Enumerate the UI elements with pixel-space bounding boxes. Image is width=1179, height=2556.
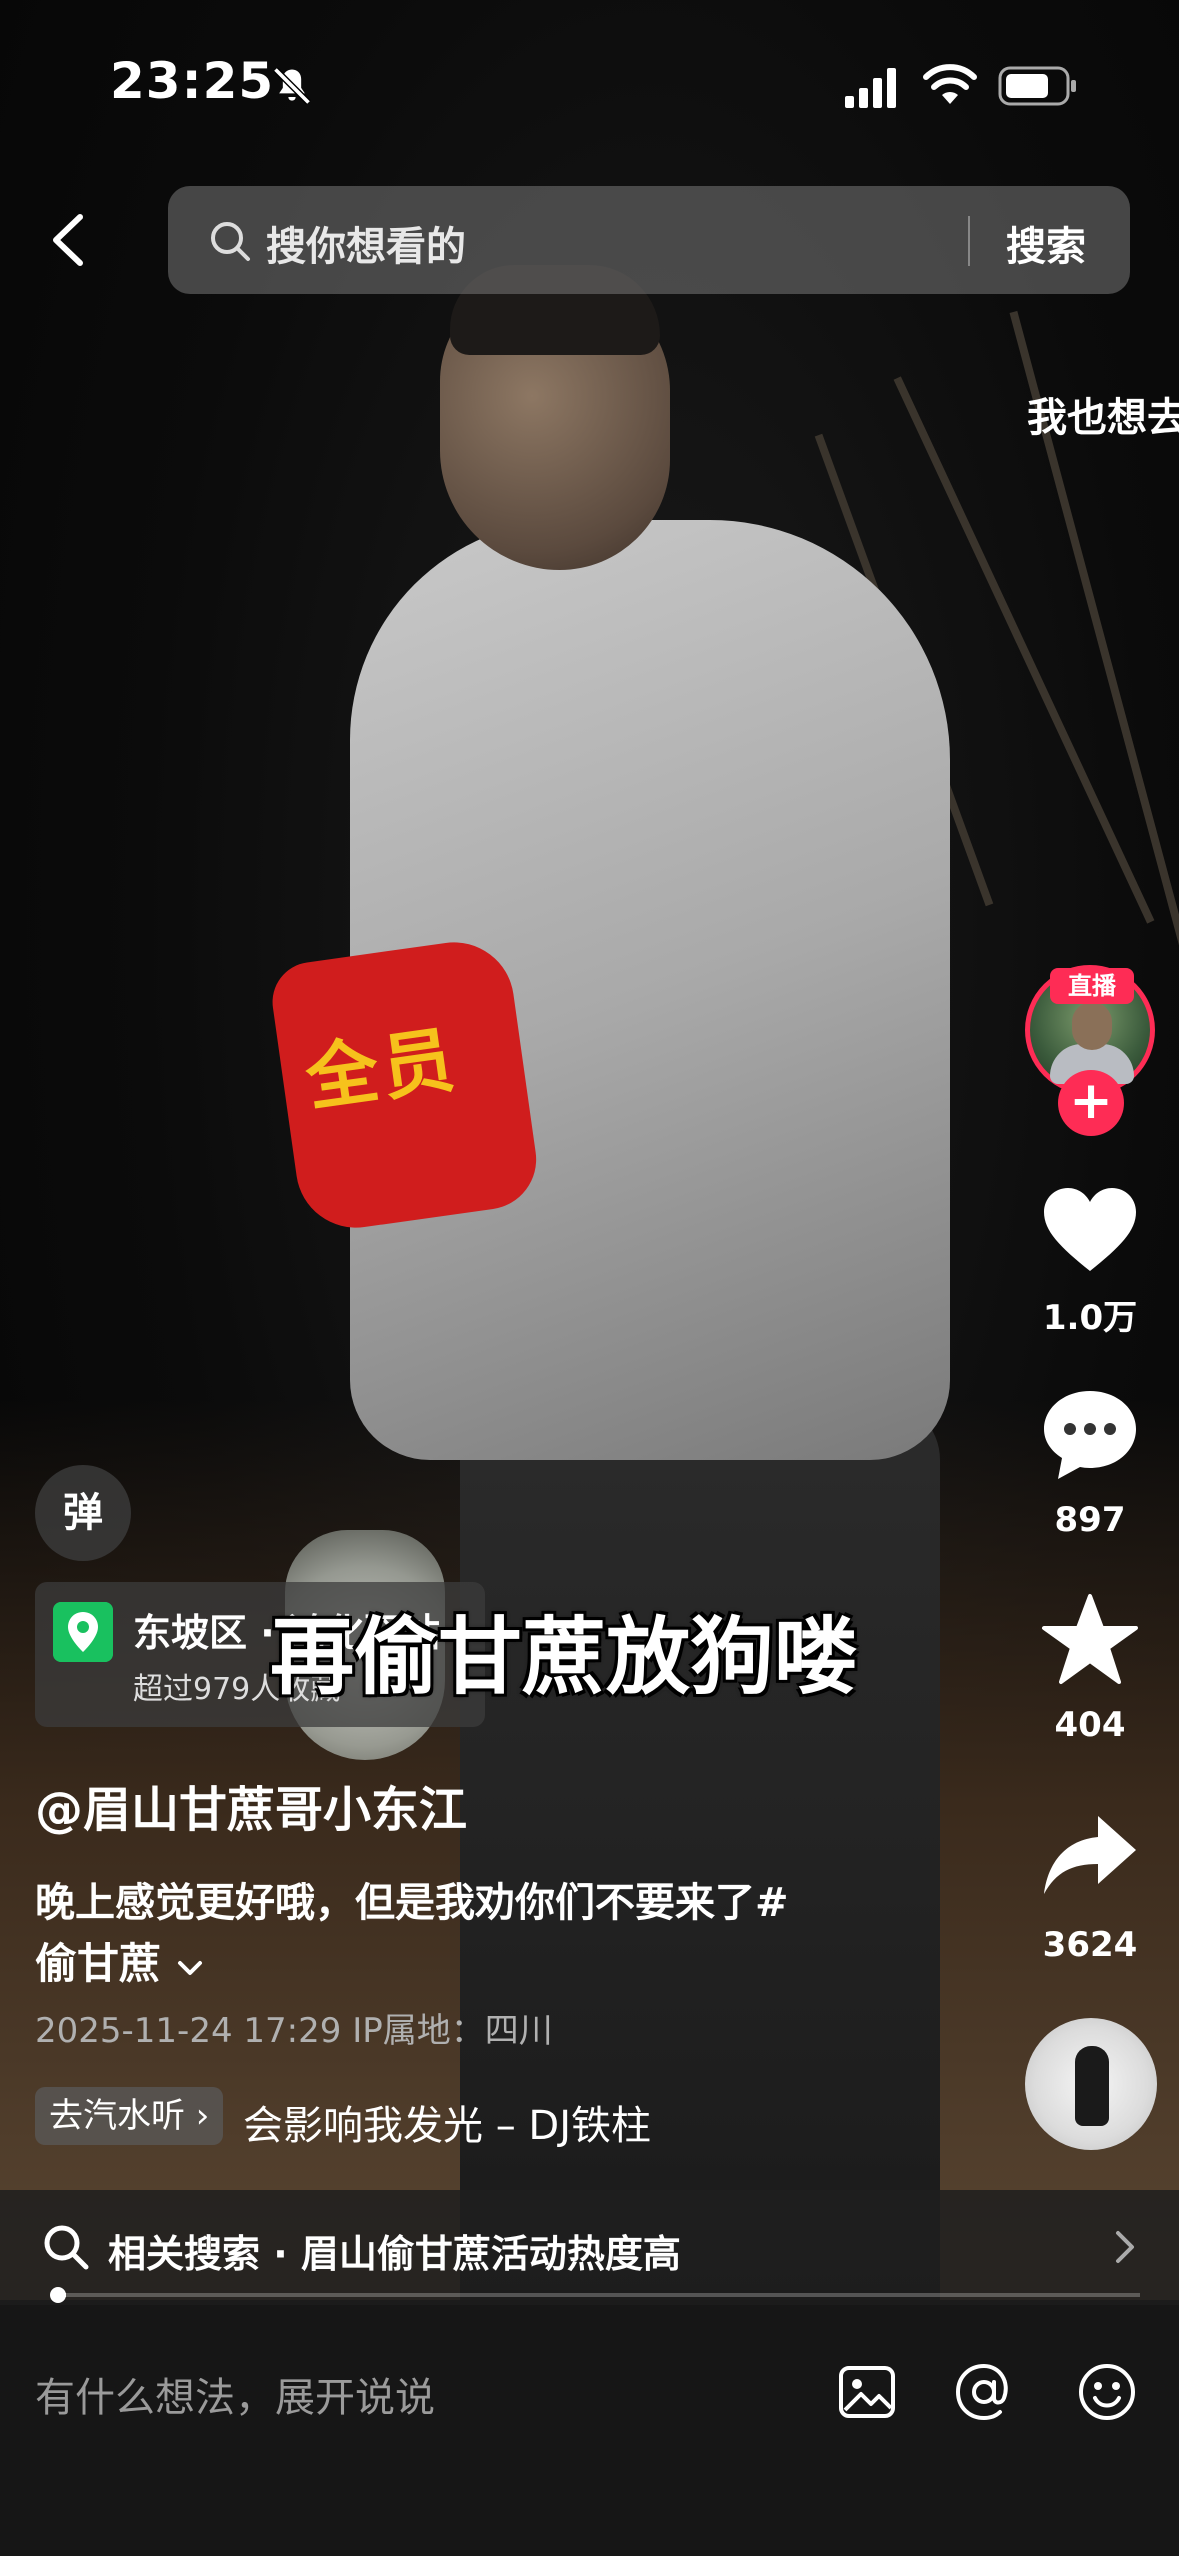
related-search-bar[interactable]: 相关搜索 · 眉山偷甘蔗活动热度高 [0, 2190, 1179, 2305]
video-progress-bar[interactable] [50, 2287, 1140, 2303]
share-button[interactable] [1030, 1795, 1150, 1915]
related-search-text[interactable]: 相关搜索 · 眉山偷甘蔗活动热度高 [108, 2223, 681, 2278]
avatar-face [1072, 1002, 1112, 1050]
status-bar: 23:25 [0, 0, 1179, 180]
favorite-button[interactable] [1030, 1580, 1150, 1700]
person-legs [460, 1400, 940, 2300]
search-icon [211, 222, 250, 261]
at-icon[interactable] [952, 2360, 1016, 2424]
comment-input[interactable]: 有什么想法，展开说说 [35, 2365, 435, 2423]
comment-bubble-icon [1044, 1391, 1136, 1479]
danmu-toggle-button[interactable]: 弹 [35, 1465, 131, 1561]
armband-text: 全员 [300, 1016, 464, 1122]
comment-button[interactable] [1030, 1375, 1150, 1495]
favorite-count: 404 [1054, 1705, 1126, 1745]
video-screen: 全员 23:25 搜你想看的 搜索 我也想去 直播 + 1.0万 897 404… [0, 0, 1179, 2556]
hashtag[interactable]: 偷甘蔗 [35, 1939, 161, 1988]
music-tag[interactable]: 去汽水听 › [35, 2087, 224, 2145]
chevron-left-icon[interactable] [40, 205, 100, 275]
video-subtitle: 再偷甘蔗放狗喽 [270, 1608, 859, 1706]
danmaku-comment: 我也想去 [1027, 395, 1179, 441]
author-name[interactable]: @眉山甘蔗哥小东江 [35, 1770, 467, 1840]
status-time: 23:25 [110, 52, 275, 110]
image-icon[interactable] [835, 2360, 899, 2424]
emoji-icon[interactable] [1075, 2360, 1139, 2424]
location-pin-icon [53, 1602, 113, 1662]
search-icon [44, 2225, 89, 2270]
progress-handle[interactable] [50, 2287, 66, 2303]
chevron-down-icon[interactable] [176, 1958, 204, 1978]
music-title[interactable]: 会影响我发光 – DJ铁柱 [243, 2093, 651, 2151]
search-bar[interactable]: 搜你想看的 搜索 [168, 186, 1130, 294]
battery-icon [998, 66, 1076, 106]
signal-icon [845, 68, 896, 108]
like-count: 1.0万 [1042, 1298, 1138, 1338]
search-placeholder[interactable]: 搜你想看的 [266, 214, 466, 272]
hashtag-row[interactable]: 偷甘蔗 [35, 1930, 204, 1991]
comment-count: 897 [1054, 1500, 1126, 1540]
music-disc[interactable] [1025, 2018, 1157, 2150]
search-divider [968, 216, 970, 266]
disc-cover-figure [1075, 2046, 1109, 2126]
heart-icon [1044, 1188, 1136, 1271]
live-badge[interactable]: 直播 [1050, 968, 1134, 1004]
search-button[interactable]: 搜索 [1006, 214, 1086, 272]
wifi-icon [923, 64, 977, 104]
post-meta: 2025-11-24 17:29 IP属地：四川 [35, 2011, 553, 2051]
follow-plus-icon[interactable]: + [1058, 1070, 1124, 1136]
like-button[interactable] [1030, 1170, 1150, 1290]
chevron-right-icon[interactable] [1110, 2225, 1140, 2269]
star-icon [1042, 1594, 1138, 1684]
comment-input-bar[interactable]: 有什么想法，展开说说 [0, 2305, 1179, 2556]
share-arrow-icon [1044, 1816, 1136, 1894]
video-description[interactable]: 晚上感觉更好哦，但是我劝你们不要来了# [35, 1870, 789, 1928]
music-tag-label: 去汽水听 [49, 2096, 185, 2136]
share-count: 3624 [1042, 1925, 1138, 1965]
bell-slash-icon [273, 67, 311, 105]
